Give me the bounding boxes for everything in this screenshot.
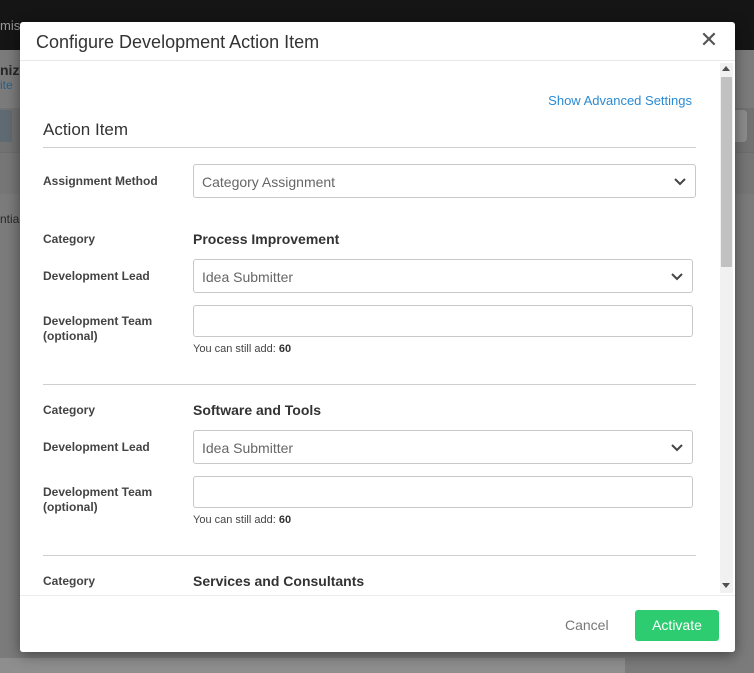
category-label: Category	[43, 574, 96, 588]
development-team-label-line1: Development Team	[43, 485, 153, 499]
assignment-method-label: Assignment Method	[43, 174, 158, 188]
section-divider	[43, 147, 696, 148]
chevron-down-icon	[671, 273, 683, 281]
app-side-text: ntial	[0, 212, 23, 226]
development-team-label: Development Team (optional)	[43, 314, 152, 344]
scroll-up-arrow-icon[interactable]	[722, 66, 730, 71]
remaining-count-hint: You can still add: 60	[193, 343, 291, 355]
app-horizontal-scrollbar	[0, 658, 625, 673]
close-icon[interactable]: ✕	[699, 29, 719, 51]
development-lead-label: Development Lead	[43, 440, 150, 454]
scrollbar-thumb[interactable]	[721, 77, 732, 267]
dialog-body: Show Advanced Settings Action Item Assig…	[20, 62, 735, 595]
category-divider	[43, 384, 696, 385]
section-title: Action Item	[43, 120, 129, 139]
development-team-label-line2: (optional)	[43, 500, 98, 514]
hint-prefix: You can still add:	[193, 343, 276, 355]
dialog-footer: Cancel Activate	[20, 595, 735, 652]
development-lead-label: Development Lead	[43, 269, 150, 283]
category-value: Process Improvement	[193, 231, 340, 247]
assignment-method-select[interactable]: Category Assignment	[193, 164, 696, 198]
chevron-down-icon	[671, 444, 683, 452]
hint-prefix: You can still add:	[193, 514, 276, 526]
development-lead-value: Idea Submitter	[202, 269, 294, 285]
development-team-input[interactable]	[193, 476, 693, 508]
hint-count: 60	[278, 343, 292, 355]
dialog-header: Configure Development Action Item ✕	[20, 22, 735, 61]
category-divider	[43, 555, 696, 556]
dialog-title: Configure Development Action Item	[36, 32, 320, 52]
app-breadcrumb: mis	[0, 18, 21, 33]
dialog-scrollbar[interactable]	[720, 63, 733, 593]
category-value: Software and Tools	[193, 402, 322, 418]
app-toolbar-button	[0, 110, 12, 142]
chevron-down-icon	[674, 178, 686, 186]
development-team-label-line1: Development Team	[43, 314, 153, 328]
app-page-subtitle: ite	[0, 78, 13, 92]
development-lead-value: Idea Submitter	[202, 440, 294, 456]
category-label: Category	[43, 232, 96, 246]
configure-action-item-dialog: Configure Development Action Item ✕ Show…	[20, 22, 735, 652]
hint-count: 60	[278, 514, 292, 526]
development-lead-select[interactable]: Idea Submitter	[193, 259, 693, 293]
show-advanced-settings-link[interactable]: Show Advanced Settings	[548, 93, 692, 108]
category-label: Category	[43, 403, 96, 417]
activate-button[interactable]: Activate	[635, 610, 719, 641]
development-team-input[interactable]	[193, 305, 693, 337]
development-team-label: Development Team (optional)	[43, 485, 152, 515]
cancel-button[interactable]: Cancel	[565, 617, 609, 633]
assignment-method-value: Category Assignment	[202, 174, 336, 190]
development-team-label-line2: (optional)	[43, 329, 98, 343]
scroll-down-arrow-icon[interactable]	[722, 583, 730, 588]
remaining-count-hint: You can still add: 60	[193, 514, 291, 526]
app-toolbar-button-right	[735, 110, 747, 142]
development-lead-select[interactable]: Idea Submitter	[193, 430, 693, 464]
category-value: Services and Consultants	[193, 573, 365, 589]
